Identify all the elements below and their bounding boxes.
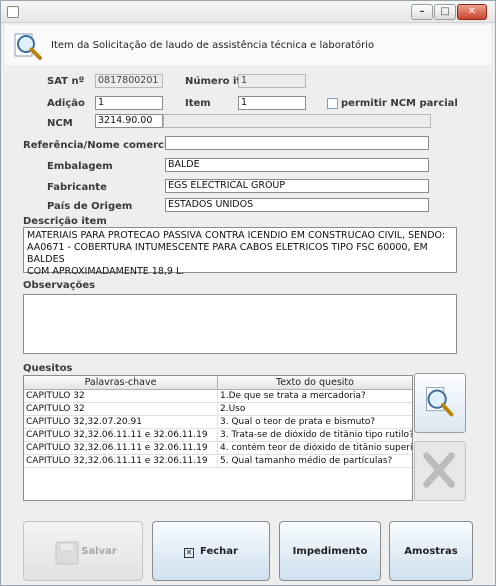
embalagem-field[interactable]: BALDE [165,158,429,172]
pais-origem-label: País de Origem [47,201,133,212]
table-cell: 5. Qual tamanho médio de partículas? [220,456,393,466]
ncm-description-field [163,114,431,128]
search-quesito-button[interactable] [414,373,466,433]
sat-label: SAT nº [47,76,85,87]
salvar-label: Salvar [81,546,117,557]
salvar-button[interactable]: Salvar [23,521,143,581]
table-cell: 3. Trata-se de dióxido de titânio tipo r… [220,430,412,440]
dialog-window: – □ ✕ Item da Solicitação de laudo de as… [0,0,496,586]
descricao-line: MATERIAIS PARA PROTECAO PASSIVA CONTRA I… [27,230,446,241]
table-cell: CAPITULO 32,32.07.20.91 [24,417,218,429]
table-cell: CAPITULO 32,32.06.11.11 e 32.06.11.19 [24,443,218,455]
minimize-button[interactable]: – [411,4,433,20]
table-row[interactable]: CAPITULO 32,32.06.11.11 e 32.06.11.19 4.… [24,443,412,455]
descricao-label: Descrição item [23,216,107,227]
pais-origem-field[interactable]: ESTADOS UNIDOS [165,198,429,212]
ncm-field[interactable]: 3214.90.00 [95,114,163,128]
title-bar: – □ ✕ [1,1,495,23]
table-row[interactable]: CAPITULO 32 1.De que se trata a mercador… [24,391,412,403]
sat-field: 0817800201 [95,74,163,88]
observacoes-textarea[interactable] [23,294,457,354]
table-cell: CAPITULO 32 [24,404,218,416]
fabricante-label: Fabricante [47,182,107,193]
observacoes-label: Observações [23,280,96,291]
amostras-label: Amostras [404,546,458,557]
permitir-ncm-checkbox[interactable] [327,98,338,109]
table-cell: 4. contém teor de dióxido de titânio sup… [220,443,412,453]
maximize-icon: □ [440,6,450,17]
numero-item-field: 1 [238,74,306,88]
descricao-line: COM APROXIMADAMENTE 18,9 L. [27,266,185,277]
magnifier-document-icon [14,33,42,60]
adicao-field[interactable]: 1 [95,96,163,110]
referencia-label: Referência/Nome comercial [23,140,178,151]
column-header-texto-quesito[interactable]: Texto do quesito [218,376,412,390]
fabricante-field[interactable]: EGS ELECTRICAL GROUP [165,179,429,193]
table-row[interactable]: CAPITULO 32,32.06.11.11 e 32.06.11.19 5.… [24,456,412,468]
dialog-title: Item da Solicitação de laudo de assistên… [51,40,375,51]
fechar-label-wrap: ✕ Fechar [153,546,269,558]
close-window-button[interactable]: ✕ [457,4,487,20]
magnifier-icon [426,387,454,417]
table-cell: CAPITULO 32,32.06.11.11 e 32.06.11.19 [24,456,218,468]
descricao-textarea[interactable]: MATERIAIS PARA PROTECAO PASSIVA CONTRA I… [23,227,457,277]
close-icon: ✕ [467,6,477,17]
minimize-icon: – [419,6,425,17]
impedimento-label: Impedimento [292,546,368,557]
remove-quesito-button[interactable] [414,441,466,501]
column-header-palavras-chave[interactable]: Palavras-chave [24,376,218,390]
impedimento-button[interactable]: Impedimento [279,521,381,581]
table-cell: 1.De que se trata a mercadoria? [220,391,366,401]
table-cell: CAPITULO 32,32.06.11.11 e 32.06.11.19 [24,430,218,442]
ncm-label: NCM [47,118,73,129]
item-label: Item [185,98,211,109]
fechar-label: Fechar [200,546,238,557]
maximize-button[interactable]: □ [434,4,456,20]
quesitos-label: Quesitos [23,363,73,374]
dialog-header: Item da Solicitação de laudo de assistên… [5,25,491,65]
adicao-label: Adição [47,98,85,109]
descricao-line: AA0671 - COBERTURA INTUMESCENTE PARA CAB… [27,242,428,265]
table-row[interactable]: CAPITULO 32 2.Uso [24,404,412,416]
table-row[interactable]: CAPITULO 32,32.06.11.11 e 32.06.11.19 3.… [24,430,412,442]
quesitos-table[interactable]: Palavras-chave Texto do quesito CAPITULO… [23,375,413,501]
checkbox-x-icon: ✕ [184,548,195,558]
delete-x-icon [423,452,455,488]
table-cell: 2.Uso [220,404,246,414]
app-icon [7,6,19,18]
table-cell: 3. Qual o teor de prata e bismuto? [220,417,376,427]
permitir-ncm-label: permitir NCM parcial [341,98,458,109]
amostras-button[interactable]: Amostras [389,521,473,581]
table-cell: CAPITULO 32 [24,391,218,403]
table-row[interactable]: CAPITULO 32,32.07.20.91 3. Qual o teor d… [24,417,412,429]
item-field[interactable]: 1 [238,96,306,110]
fechar-button[interactable]: ✕ Fechar [152,521,270,581]
referencia-field[interactable] [165,136,429,150]
embalagem-label: Embalagem [47,161,113,172]
